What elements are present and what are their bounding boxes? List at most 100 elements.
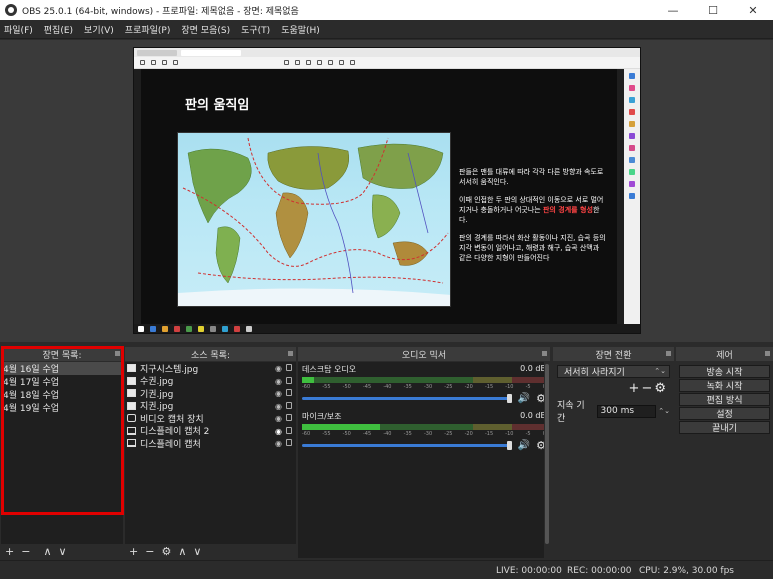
studio-mode-button[interactable]: 편집 방식 [679, 393, 770, 406]
lock-icon[interactable] [286, 376, 292, 384]
remove-transition-button[interactable]: − [641, 381, 652, 396]
menu-profile[interactable]: 프로파일(P) [125, 23, 171, 36]
scene-item[interactable]: 4월 17일 수업 [1, 375, 123, 388]
volume-row: 🔊 ⚙ [302, 439, 546, 452]
source-item[interactable]: 디스플레이 캡처 ◉ [125, 437, 296, 450]
maximize-button[interactable]: ☐ [693, 0, 733, 20]
mixer-track-db: 0.0 dB [520, 411, 546, 420]
source-item[interactable]: 기권.jpg ◉ [125, 387, 296, 400]
visibility-eye-icon[interactable]: ◉ [275, 364, 282, 373]
visibility-eye-icon[interactable]: ◉ [275, 427, 282, 436]
volume-slider[interactable] [302, 441, 512, 450]
scenes-header-label: 장면 목록: [42, 350, 82, 361]
camera-icon [127, 414, 136, 423]
meter-scale-tick: -30 [423, 431, 433, 437]
source-label: 디스플레이 캡처 [140, 439, 201, 450]
transition-select[interactable]: 서서히 사라지기 ⌃⌄ [557, 365, 670, 378]
volume-slider[interactable] [302, 394, 512, 403]
lock-icon[interactable] [286, 364, 292, 371]
add-transition-button[interactable]: + [629, 381, 640, 396]
transitions-header: 장면 전환 [553, 347, 674, 361]
controls-body: 방송 시작 녹화 시작 편집 방식 설정 끝내기 [676, 362, 773, 558]
add-scene-button[interactable]: + [5, 545, 14, 558]
dock-float-icon[interactable] [115, 351, 120, 356]
remove-scene-button[interactable]: − [21, 545, 30, 558]
audio-mixer-header: 오디오 믹서 [298, 347, 550, 361]
captured-tab-active [181, 49, 241, 56]
mixer-track-name: 데스크탑 오디오 [302, 365, 357, 374]
minimize-button[interactable]: — [653, 0, 693, 20]
source-item[interactable]: 디스플레이 캡처 2 ◉ [125, 425, 296, 437]
settings-button[interactable]: 설정 [679, 407, 770, 420]
captured-browser-tabs [134, 48, 640, 57]
visibility-eye-icon[interactable]: ◉ [275, 402, 282, 411]
dock-float-icon[interactable] [288, 351, 293, 356]
speaker-icon[interactable]: 🔊 [518, 393, 530, 404]
duration-input[interactable]: 300 ms [596, 404, 657, 418]
meter-scale-tick: -10 [505, 384, 514, 390]
lock-icon[interactable] [286, 401, 292, 409]
spinner-icon[interactable]: ⌃⌄ [658, 407, 670, 415]
scrollbar-thumb[interactable] [545, 364, 549, 544]
visibility-eye-icon[interactable]: ◉ [275, 414, 282, 423]
preview-canvas[interactable]: 판의 움직임 판들은 맨틀 대류에 따라 각각 다른 방향과 속도로 서서히 움… [133, 47, 641, 334]
menu-view[interactable]: 보기(V) [84, 23, 114, 36]
captured-side-icon [629, 181, 635, 187]
captured-toolbar-icon [140, 60, 145, 65]
visibility-eye-icon[interactable]: ◉ [275, 439, 282, 448]
dock-float-icon[interactable] [666, 351, 671, 356]
lock-icon[interactable] [286, 439, 292, 446]
captured-toolbar-icon [328, 60, 333, 65]
menu-edit[interactable]: 편집(E) [44, 23, 73, 36]
transition-settings-button[interactable]: ⚙ [654, 381, 666, 396]
spinner-icon: ⌃⌄ [654, 367, 666, 375]
scene-item[interactable]: 4월 19일 수업 [1, 401, 123, 414]
scene-item[interactable]: 4월 18일 수업 [1, 388, 123, 401]
captured-taskbar-icon [162, 325, 168, 332]
lock-icon[interactable] [286, 426, 292, 434]
visibility-eye-icon[interactable]: ◉ [275, 377, 282, 386]
meter-scale-tick: -15 [484, 384, 494, 390]
dock-float-icon[interactable] [542, 351, 547, 356]
preview-area[interactable]: 판의 움직임 판들은 맨틀 대류에 따라 각각 다른 방향과 속도로 서서히 움… [0, 40, 773, 342]
meter-fill [302, 377, 315, 383]
add-source-button[interactable]: + [129, 545, 138, 558]
captured-toolbar-icon [295, 60, 300, 65]
slide-highlight-text: 판의 경계를 형성 [542, 206, 593, 214]
move-scene-up-button[interactable]: ∧ [43, 545, 51, 558]
captured-slide: 판의 움직임 판들은 맨틀 대류에 따라 각각 다른 방향과 속도로 서서히 움… [141, 69, 617, 324]
move-scene-down-button[interactable]: ∨ [59, 545, 67, 558]
captured-side-icon [629, 85, 635, 91]
source-item[interactable]: 지구시스템.jpg ◉ [125, 362, 296, 375]
menu-help[interactable]: 도움말(H) [281, 23, 320, 36]
source-item[interactable]: 비디오 캡처 장치 ◉ [125, 412, 296, 425]
exit-button[interactable]: 끝내기 [679, 421, 770, 434]
transition-controls: + − ⚙ [553, 381, 674, 396]
captured-toolbar-icon [306, 60, 311, 65]
lock-icon[interactable] [286, 414, 292, 421]
volume-meter [302, 377, 546, 383]
start-recording-button[interactable]: 녹화 시작 [679, 379, 770, 392]
scene-item[interactable]: 4월 16일 수업 [1, 362, 123, 375]
visibility-eye-icon[interactable]: ◉ [275, 389, 282, 398]
audio-mixer-body: 데스크탑 오디오 0.0 dB -60 -55 -50 -45 -40 -35 -30 -25… [298, 362, 550, 558]
mixer-scrollbar[interactable] [544, 362, 550, 558]
slider-handle[interactable] [506, 441, 512, 450]
source-item[interactable]: 수권.jpg ◉ [125, 375, 296, 387]
move-source-down-button[interactable]: ∨ [193, 545, 201, 558]
move-source-up-button[interactable]: ∧ [178, 545, 186, 558]
window-title: OBS 25.0.1 (64-bit, windows) - 프로파일: 제목없… [22, 6, 299, 17]
menu-scene-collection[interactable]: 장면 모음(S) [181, 23, 230, 36]
slide-paragraph-2: 이때 인접한 두 판의 상대적인 이동으로 서로 멀어지거나 충돌하거나 어긋나… [459, 195, 607, 225]
source-item[interactable]: 지권.jpg ◉ [125, 400, 296, 412]
speaker-icon[interactable]: 🔊 [518, 440, 530, 451]
lock-icon[interactable] [286, 389, 292, 396]
remove-source-button[interactable]: − [145, 545, 154, 558]
start-streaming-button[interactable]: 방송 시작 [679, 365, 770, 378]
close-button[interactable]: ✕ [733, 0, 773, 20]
dock-float-icon[interactable] [765, 351, 770, 356]
source-properties-button[interactable]: ⚙ [161, 545, 171, 558]
menu-file[interactable]: 파일(F) [4, 23, 33, 36]
slider-handle[interactable] [506, 394, 512, 403]
menu-tools[interactable]: 도구(T) [241, 23, 270, 36]
